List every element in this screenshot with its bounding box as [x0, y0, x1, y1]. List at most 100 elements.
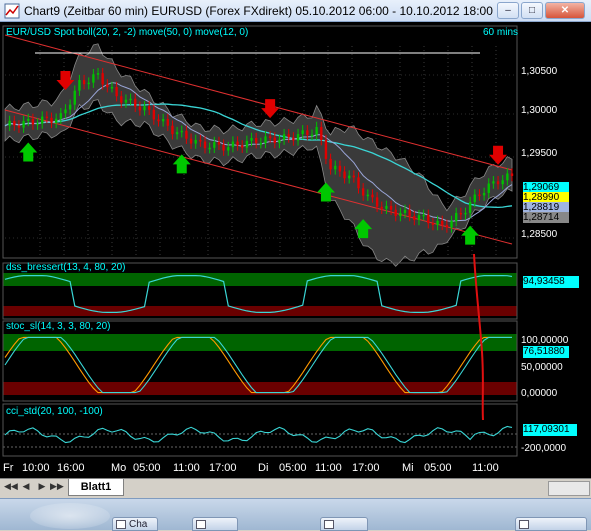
main-chart-label: EUR/USD Spot boll(20, 2, -2) move(50, 0)…: [6, 27, 249, 38]
taskbar-item-3[interactable]: [320, 517, 368, 531]
candle-up: [96, 73, 100, 75]
candle-up: [8, 120, 11, 126]
y-tick-2: 1,30000: [521, 105, 558, 116]
candle-up: [180, 130, 183, 133]
timeframe-label: 60 mins: [483, 27, 519, 38]
x-tick-label: 05:00: [424, 462, 452, 474]
taskbar-item-chart[interactable]: Cha: [112, 517, 158, 531]
x-tick-label: 17:00: [209, 462, 237, 474]
candle-up: [482, 192, 486, 196]
chart-area[interactable]: EUR/USD Spot boll(20, 2, -2) move(50, 0)…: [0, 22, 591, 478]
candle-down: [320, 126, 323, 141]
candle-up: [492, 181, 495, 184]
candle-down: [478, 194, 481, 197]
candle-down: [166, 119, 169, 126]
candle-up: [27, 118, 30, 121]
candle-up: [403, 209, 407, 214]
candle-up: [231, 141, 235, 148]
candle-down: [31, 118, 35, 125]
candle-down: [254, 138, 258, 144]
candle-down: [189, 138, 193, 144]
cci-value-tag: 117,09301: [523, 424, 577, 436]
cci-label: cci_std(20, 100, -100): [6, 406, 103, 417]
restore-button[interactable]: □: [521, 2, 543, 19]
chart-window-icon: [4, 3, 20, 19]
candle-up: [310, 134, 314, 137]
candle-down: [222, 144, 225, 151]
candle-up: [208, 147, 211, 150]
candle-down: [352, 175, 356, 178]
candle-up: [227, 147, 230, 151]
x-tick-label: 16:00: [57, 462, 85, 474]
bollinger-band: [4, 43, 513, 267]
prev-sheet-button[interactable]: ◀: [20, 481, 32, 495]
candle-up: [468, 202, 472, 213]
candle-up: [473, 194, 476, 203]
stoc-value-tag: 76,51880: [523, 346, 569, 358]
y-tick-1: 1,30500: [521, 66, 558, 77]
candle-up: [436, 220, 439, 226]
taskbar-item-2[interactable]: [192, 517, 238, 531]
stoc-label: stoc_sl(14, 3, 3, 80, 20): [6, 321, 111, 332]
candle-up: [348, 175, 351, 179]
tab-blatt1[interactable]: Blatt1: [68, 479, 124, 496]
y-tick-4: 1,28500: [521, 229, 558, 240]
candle-down: [496, 181, 500, 185]
x-tick-label: 11:00: [173, 462, 200, 474]
candle-up: [129, 98, 132, 101]
x-tick-label: 05:00: [133, 462, 161, 474]
window-task-icon: [196, 520, 206, 529]
buy-arrow-icon: [172, 154, 191, 174]
stoc-tick-100: 100,00000: [521, 335, 569, 346]
stoc-tick-0: 0,00000: [521, 388, 558, 399]
first-sheet-button[interactable]: ◀◀: [4, 481, 18, 495]
x-tick-label: Fr: [3, 462, 14, 474]
dss-value-tag: 94,93458: [523, 276, 579, 288]
horizontal-scrollbar[interactable]: [548, 481, 590, 496]
candle-down: [292, 137, 295, 141]
candle-up: [250, 138, 253, 141]
close-button[interactable]: ✕: [545, 2, 585, 19]
next-sheet-button[interactable]: ▶: [36, 481, 48, 495]
taskbar: Cha: [0, 498, 591, 531]
candle-down: [147, 106, 151, 110]
candle-down: [45, 116, 49, 119]
window-titlebar: Chart9 (Zeitbar 60 min) EURUSD (Forex FX…: [0, 0, 591, 22]
candle-down: [138, 106, 142, 111]
candle-down: [324, 140, 328, 159]
x-tick-label: Di: [258, 462, 269, 474]
taskbar-item-4[interactable]: [515, 517, 587, 531]
x-tick-label: 10:00: [22, 462, 50, 474]
window-title: Chart9 (Zeitbar 60 min) EURUSD (Forex FX…: [24, 4, 493, 18]
candle-down: [394, 209, 397, 217]
candle-up: [22, 120, 25, 128]
candle-up: [245, 140, 249, 148]
candle-up: [282, 134, 286, 140]
x-tick-label: 11:00: [472, 462, 499, 474]
candle-up: [78, 80, 81, 91]
candle-down: [236, 141, 239, 146]
dss-overbought-zone: [3, 273, 517, 286]
buy-arrow-icon: [19, 142, 38, 162]
candle-down: [408, 209, 411, 217]
x-tick-label: Mi: [402, 462, 414, 474]
candle-down: [357, 177, 360, 189]
minimize-button[interactable]: –: [497, 2, 519, 19]
candle-up: [487, 183, 490, 193]
candle-up: [213, 142, 216, 148]
candle-down: [389, 205, 393, 210]
candle-up: [422, 214, 425, 217]
candle-down: [101, 73, 104, 85]
last-sheet-button[interactable]: ▶▶: [50, 481, 64, 495]
candle-up: [334, 165, 337, 170]
candle-up: [73, 90, 76, 105]
candle-down: [361, 188, 365, 196]
candle-up: [41, 116, 44, 124]
candle-down: [287, 134, 290, 138]
candle-down: [273, 137, 276, 144]
candle-down: [17, 125, 21, 128]
candle-up: [315, 126, 318, 135]
candle-down: [50, 117, 53, 123]
candle-up: [450, 220, 453, 228]
candle-up: [501, 180, 504, 185]
